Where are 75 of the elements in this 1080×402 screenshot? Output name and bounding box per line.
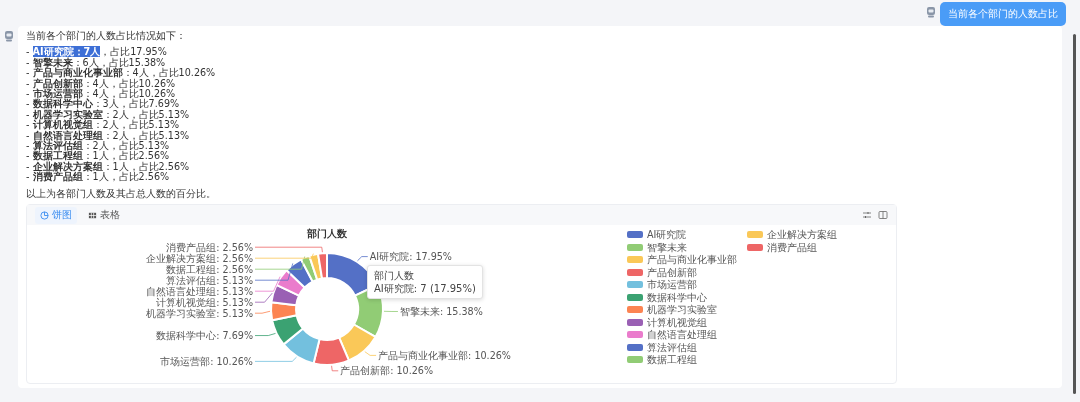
grid-icon [88,210,97,220]
slice-label: 算法评估组: 5.13% [166,274,253,286]
scrollbar-thumb[interactable] [1073,34,1076,394]
settings-sliders-icon[interactable] [862,210,872,221]
tooltip-title: 部门人数 [374,269,415,283]
list-item: - 消费产品组：1人，占比2.56% [26,172,171,183]
legend-item[interactable]: 数据科学中心 [627,291,737,303]
chart-title: 部门人数 [307,228,347,240]
donut-slice[interactable] [271,314,304,346]
user-message: 当前各个部门的人数占比 [940,2,1066,26]
robot-avatar-icon [4,30,14,42]
legend-item[interactable]: 数据工程组 [627,354,737,366]
slice-label: 产品与商业化事业部: 10.26% [378,350,511,361]
legend-item[interactable]: 产品创新部 [627,266,737,278]
list-item: - AI研究院：7人，占比17.95% [26,47,168,58]
slice-label: 智擎未来: 15.38% [399,306,483,318]
leader-line [364,351,377,356]
legend-label: 自然语言处理组 [647,329,717,341]
legend-label: 消费产品组 [767,241,817,253]
list-item: - 市场运营部：4人，占比10.26% [26,89,176,100]
reply-text: 以上为各部门人数及其占总人数的百分比。 [26,188,217,200]
leader-line [331,365,339,372]
legend-label: 产品创新部 [647,266,697,278]
leader-line [383,311,399,312]
leader-line [357,256,369,262]
slice-label: 市场运营部: 10.26% [160,356,253,367]
slice-label: 自然语言处理组: 5.13% [146,285,253,297]
legend-label: AI研究院 [647,229,687,241]
legend-label: 数据工程组 [647,354,697,366]
list-item: - 产品与商业化事业部：4人，占比10.26% [26,68,217,79]
list-item: - 自然语言处理组：2人，占比5.13% [26,130,191,142]
pie-chart-icon [40,210,49,220]
reply-text: 当前各个部门的人数占比情况如下： [26,31,187,42]
view-tab[interactable]: 表格 [83,206,125,224]
donut-slice[interactable] [338,323,377,362]
legend-item[interactable]: 计算机视觉组 [627,316,737,328]
legend-item[interactable]: 机器学习实验室 [627,304,737,316]
list-item: - 数据工程组：1人，占比2.56% [26,151,170,162]
book-icon[interactable] [878,210,888,221]
slice-label: 产品创新部: 10.26% [340,365,434,377]
slice-label: 消费产品组: 2.56% [166,241,253,253]
legend-label: 算法评估组 [647,341,697,353]
slice-label: 数据科学中心: 7.69% [156,330,253,342]
list-item: - 算法评估组：2人，占比5.13% [26,141,171,152]
legend-item[interactable]: 算法评估组 [627,341,737,353]
donut-slice[interactable] [282,327,321,365]
legend-label: 市场运营部 [647,279,697,291]
leader-line [254,356,297,362]
legend-label: 智擎未来 [647,241,687,253]
legend-label: 机器学习实验室 [647,304,717,316]
list-item: - 机器学习实验室：2人，占比5.13% [26,109,191,121]
donut-slice[interactable] [312,336,350,367]
slice-label: 计算机视觉组: 5.13% [156,296,253,308]
list-item: - 数据科学中心：3人，占比7.69% [26,99,180,110]
legend-label: 产品与商业化事业部 [647,254,737,266]
leader-line [254,333,276,337]
legend-item[interactable]: 产品与商业化事业部 [627,254,737,266]
slice-label: 机器学习实验室: 5.13% [146,307,253,319]
legend-item[interactable]: 自然语言处理组 [627,329,737,341]
legend-item[interactable]: 企业解决方案组 [747,229,837,241]
slice-label: 数据工程组: 2.56% [166,263,253,275]
tooltip-value: AI研究院: 7 (17.95%) [374,282,476,296]
legend-label: 计算机视觉组 [647,316,707,328]
leader-line [254,310,271,314]
legend-label: 数据科学中心 [647,291,707,303]
legend-item[interactable]: AI研究院 [627,229,737,241]
legend-item[interactable]: 市场运营部 [627,279,737,291]
list-item: - 计算机视觉组：2人，占比5.13% [26,120,181,131]
robot-avatar-icon [926,6,936,18]
slice-label: AI研究院: 17.95% [369,251,452,263]
legend-item[interactable]: 消费产品组 [747,241,837,253]
legend-label: 企业解决方案组 [767,229,837,241]
donut-slice[interactable] [317,252,328,280]
slice-label: 企业解决方案组: 2.56% [146,252,253,264]
legend-item[interactable]: 智擎未来 [627,241,737,253]
